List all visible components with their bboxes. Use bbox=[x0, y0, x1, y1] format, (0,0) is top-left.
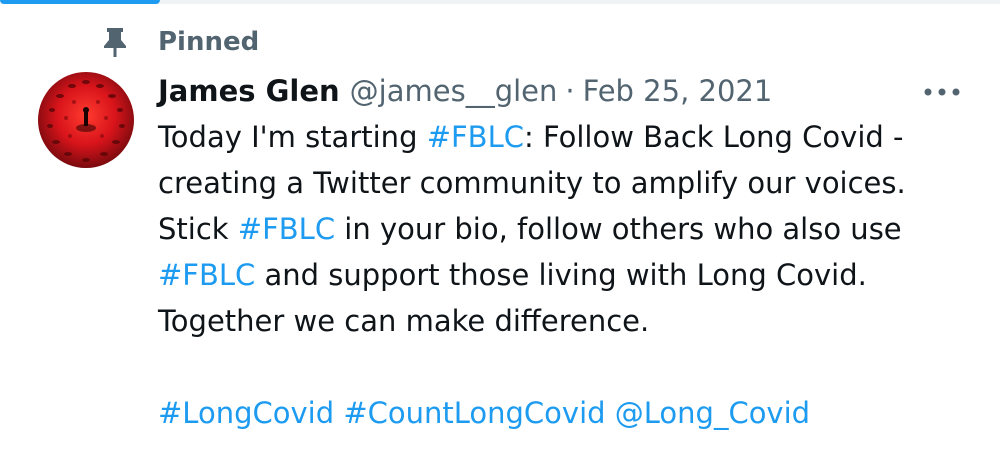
hashtag-fblc[interactable]: #FBLC bbox=[158, 258, 255, 292]
tweet-line-3: Stick #FBLC in your bio, follow others w… bbox=[158, 206, 958, 252]
tweet-header: James Glen @james__glen · Feb 25, 2021 bbox=[158, 68, 958, 114]
header-separator: · bbox=[565, 74, 575, 108]
hashtag-countlongcovid[interactable]: #CountLongCovid bbox=[343, 396, 605, 430]
tweet-date[interactable]: Feb 25, 2021 bbox=[583, 74, 773, 108]
tweet-tags-line: #LongCovid #CountLongCovid @Long_Covid bbox=[158, 390, 958, 436]
tweet-body: James Glen @james__glen · Feb 25, 2021 T… bbox=[158, 68, 958, 436]
tweet-line-4: #FBLC and support those living with Long… bbox=[158, 252, 958, 298]
pinned-indicator: Pinned bbox=[100, 22, 259, 62]
tweet-line-5: Together we can make difference. bbox=[158, 304, 650, 338]
hashtag-longcovid[interactable]: #LongCovid bbox=[158, 396, 334, 430]
text-segment: Stick bbox=[158, 212, 238, 246]
active-tab-indicator bbox=[0, 0, 160, 4]
author-display-name[interactable]: James Glen bbox=[158, 74, 340, 108]
text-segment: in your bio, follow others who also use bbox=[335, 212, 902, 246]
text-segment: Today I'm starting bbox=[158, 120, 427, 154]
hashtag-fblc[interactable]: #FBLC bbox=[427, 120, 524, 154]
tweet-line-1: Today I'm starting #FBLC: Follow Back Lo… bbox=[158, 114, 958, 160]
pin-icon bbox=[100, 25, 130, 59]
tweet-line-2: creating a Twitter community to amplify … bbox=[158, 166, 906, 200]
pinned-label: Pinned bbox=[158, 27, 260, 57]
text-segment: and support those living with Long Covid… bbox=[255, 258, 867, 292]
hashtag-fblc[interactable]: #FBLC bbox=[238, 212, 335, 246]
text-segment: : Follow Back Long Covid - bbox=[523, 120, 904, 154]
author-handle[interactable]: @james__glen bbox=[350, 74, 558, 108]
tweet-text: Today I'm starting #FBLC: Follow Back Lo… bbox=[158, 114, 958, 436]
mention-long-covid[interactable]: @Long_Covid bbox=[615, 396, 810, 430]
avatar[interactable] bbox=[38, 72, 134, 168]
